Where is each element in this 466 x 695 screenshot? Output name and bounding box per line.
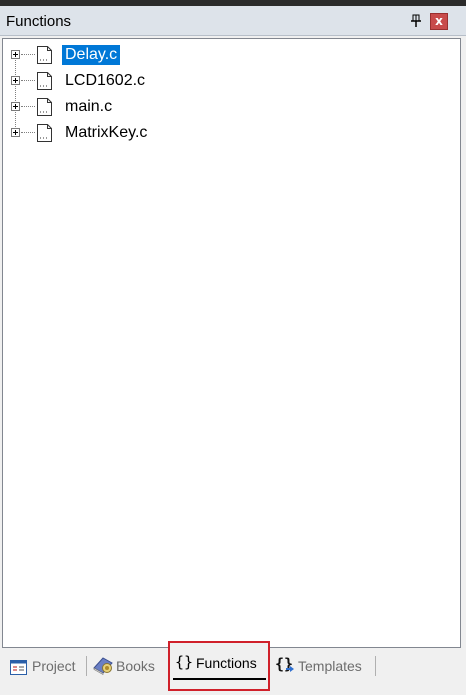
functions-window: Functions x Delay.c LCD1602.c main.c Mat…	[0, 0, 466, 695]
tree-item-delay[interactable]: Delay.c	[3, 45, 403, 67]
tree-dots	[21, 106, 35, 108]
tree-item-main[interactable]: main.c	[3, 97, 403, 119]
file-label[interactable]: main.c	[62, 97, 115, 117]
pin-icon[interactable]	[408, 13, 424, 29]
tab-separator	[375, 656, 376, 676]
panel-tab-bar: Project Books {} Functions {} Templates	[0, 641, 466, 695]
tab-project-label: Project	[32, 658, 76, 674]
tab-functions-label: Functions	[196, 655, 257, 671]
tree-item-matrixkey[interactable]: MatrixKey.c	[3, 123, 403, 145]
tab-templates[interactable]: {} Templates	[275, 654, 367, 678]
tab-templates-label: Templates	[298, 658, 362, 674]
tree-dots	[21, 132, 35, 134]
c-file-icon	[37, 98, 52, 116]
tree-dots	[21, 80, 35, 82]
tab-project[interactable]: Project	[10, 654, 82, 678]
active-tab-indicator	[173, 678, 266, 680]
panel-title: Functions	[6, 13, 72, 30]
panel-titlebar[interactable]: Functions x	[0, 6, 466, 36]
tree-item-lcd1602[interactable]: LCD1602.c	[3, 71, 403, 93]
tab-separator	[86, 656, 87, 676]
expand-icon[interactable]	[11, 76, 20, 85]
tab-functions[interactable]: {} Functions	[168, 641, 270, 691]
c-file-icon	[37, 124, 52, 142]
books-icon	[92, 656, 114, 682]
file-label[interactable]: LCD1602.c	[62, 71, 148, 91]
file-label[interactable]: MatrixKey.c	[62, 123, 150, 143]
tab-books[interactable]: Books	[92, 654, 162, 678]
tree-dots	[21, 54, 35, 56]
expand-icon[interactable]	[11, 50, 20, 59]
templates-icon: {}	[275, 655, 297, 682]
c-file-icon	[37, 72, 52, 90]
c-file-icon	[37, 46, 52, 64]
file-label[interactable]: Delay.c	[62, 45, 121, 65]
functions-tree[interactable]: Delay.c LCD1602.c main.c MatrixKey.c	[2, 38, 461, 648]
expand-icon[interactable]	[11, 128, 20, 137]
functions-icon: {}	[175, 653, 194, 671]
project-icon	[10, 658, 27, 682]
close-button[interactable]: x	[430, 13, 448, 30]
expand-icon[interactable]	[11, 102, 20, 111]
tab-books-label: Books	[116, 658, 155, 674]
